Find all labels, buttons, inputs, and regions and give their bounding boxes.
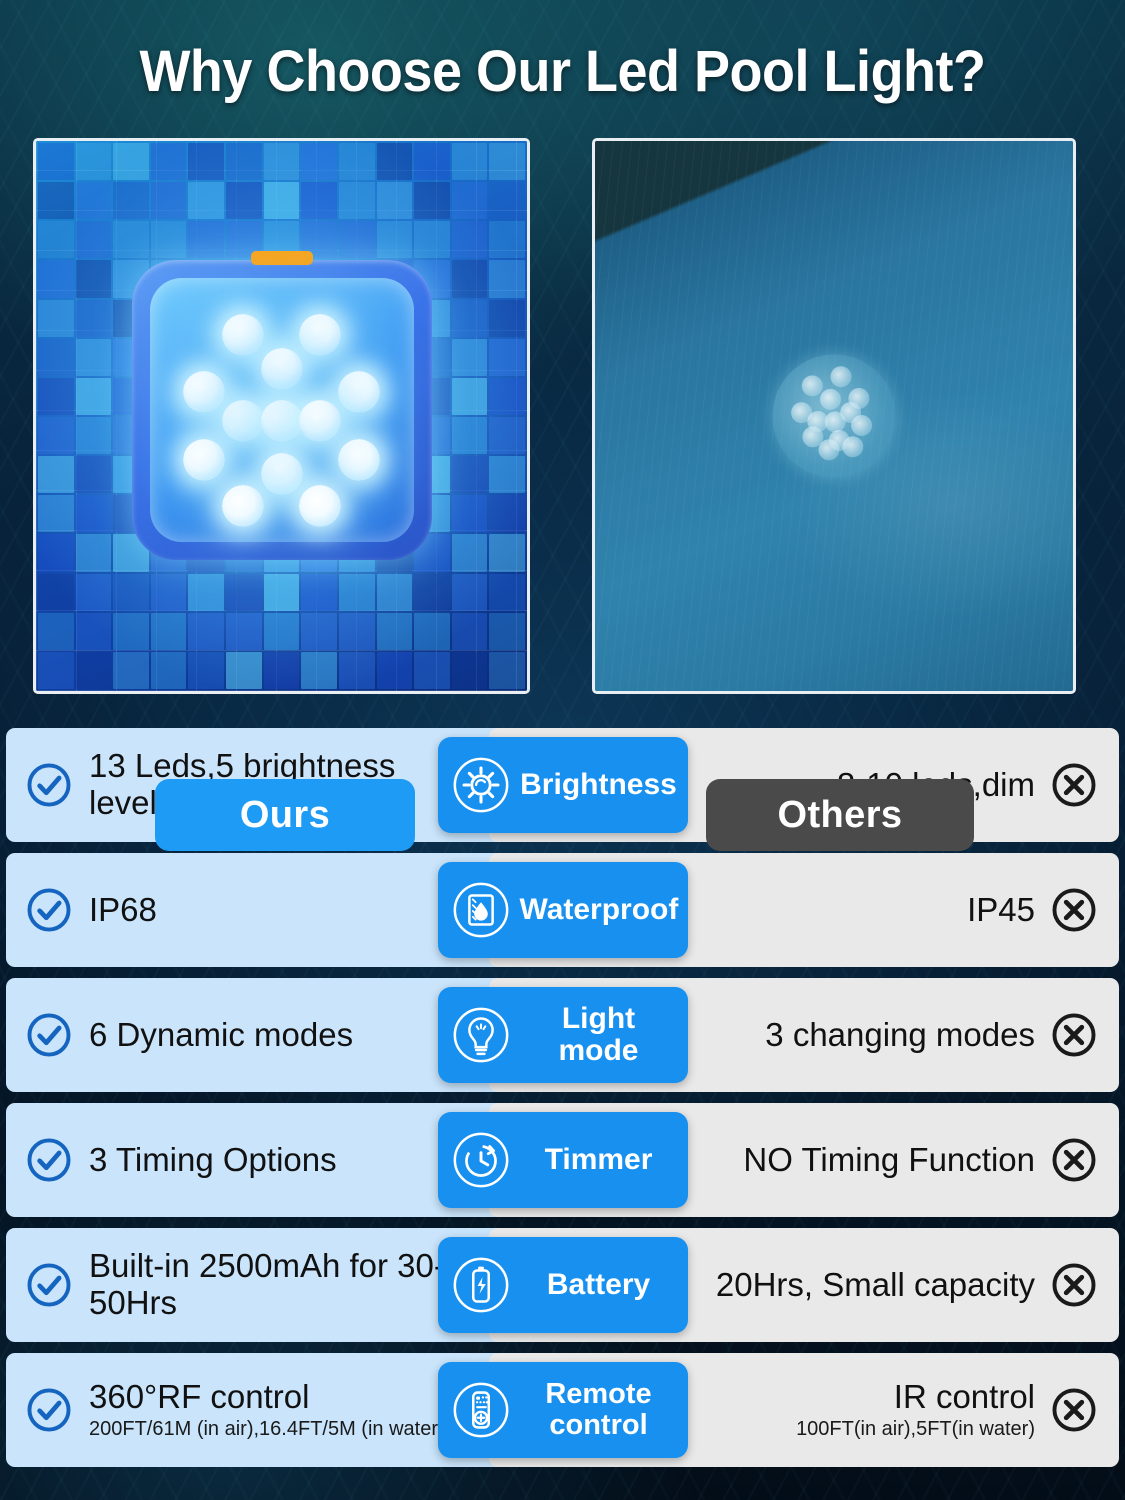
led-dot [260,400,303,443]
others-value: IR control 100FT(in air),5FT(in water) [796,1377,1035,1441]
photo-comparison: Ours Others [0,138,1125,851]
ours-value: 6 Dynamic modes [89,1015,354,1053]
comparison-row: 3 Timing Options NO Timing Function Timmer [0,1103,1125,1217]
led-dot [260,347,303,390]
led-dot [221,313,264,356]
comparison-row: IP68 IP45 Waterproof [0,853,1125,967]
check-circle-icon [24,760,74,810]
others-value: IP45 [967,890,1035,928]
ours-photo [33,138,530,694]
others-tag-label: Others [777,793,903,836]
others-tag: Others [706,779,974,851]
check-circle-icon [24,1385,74,1435]
ours-tag-label: Ours [239,793,331,836]
led-dot [338,370,381,413]
comparison-row: 360°RF control 200FT/61M (in air),16.4FT/… [0,1353,1125,1467]
waterdrop-icon [450,879,512,941]
led-dot [299,484,342,527]
comparison-row: 6 Dynamic modes 3 changing modes Light mod… [0,978,1125,1092]
x-circle-icon [1049,1260,1099,1310]
x-circle-icon [1049,1135,1099,1185]
lightbulb-icon [450,1004,512,1066]
feature-pill: Waterproof [437,862,688,958]
others-value: 3 changing modes [765,1015,1035,1053]
led-dot [182,370,225,413]
feature-pill: Light mode [437,987,688,1083]
feature-label: Waterproof [519,892,679,926]
others-value: NO Timing Function [743,1140,1035,1178]
feature-label: Timmer [544,1142,653,1176]
check-circle-icon [24,885,74,935]
x-circle-icon [1049,885,1099,935]
feature-pill: Brightness [437,737,688,833]
competitor-dim-light [761,343,907,489]
feature-pill: Timmer [437,1112,688,1208]
feature-label: Battery [546,1267,651,1301]
feature-label: Remote control [545,1377,652,1441]
page-title: Why Choose Our Led Pool Light? [139,39,986,104]
remote-control-icon [450,1379,512,1441]
x-circle-icon [1049,1385,1099,1435]
ours-value: Built-in 2500mAh for 30-50Hrs [89,1247,445,1321]
clock-icon [450,1129,512,1191]
led-dot [299,400,342,443]
check-circle-icon [24,1260,74,1310]
others-value-subtext: 100FT(in air),5FT(in water) [796,1418,1035,1441]
led-array [168,296,396,527]
led-dot [299,313,342,356]
led-dot [221,400,264,443]
led-dot [260,452,303,495]
led-dot [338,439,381,482]
check-circle-icon [24,1010,74,1060]
lamp-hook-tab [250,251,313,265]
ours-tag: Ours [155,779,415,851]
comparison-row: Built-in 2500mAh for 30-50Hrs 20Hrs, Smal… [0,1228,1125,1342]
x-circle-icon [1049,760,1099,810]
brightness-icon [450,754,512,816]
battery-icon [450,1254,512,1316]
ours-value: 360°RF control 200FT/61M (in air),16.4FT/… [89,1377,445,1441]
x-circle-icon [1049,1010,1099,1060]
feature-pill: Battery [437,1237,688,1333]
feature-pill: Remote control [437,1362,688,1458]
ours-value-subtext: 200FT/61M (in air),16.4FT/5M (in water) [89,1418,445,1441]
ours-value: IP68 [89,890,157,928]
dim-led-dot [828,364,854,390]
check-circle-icon [24,1135,74,1185]
feature-label: Light mode [558,1001,639,1067]
led-dot [182,439,225,482]
others-photo [592,138,1076,694]
led-dot [221,484,264,527]
infographic-page: Why Choose Our Led Pool Light? Ours Othe… [0,0,1125,1500]
feature-label: Brightness [520,767,677,801]
dim-led-array [761,343,907,489]
others-value: 20Hrs, Small capacity [715,1265,1035,1303]
led-light-glow [36,141,527,690]
ours-value: 3 Timing Options [89,1140,337,1178]
